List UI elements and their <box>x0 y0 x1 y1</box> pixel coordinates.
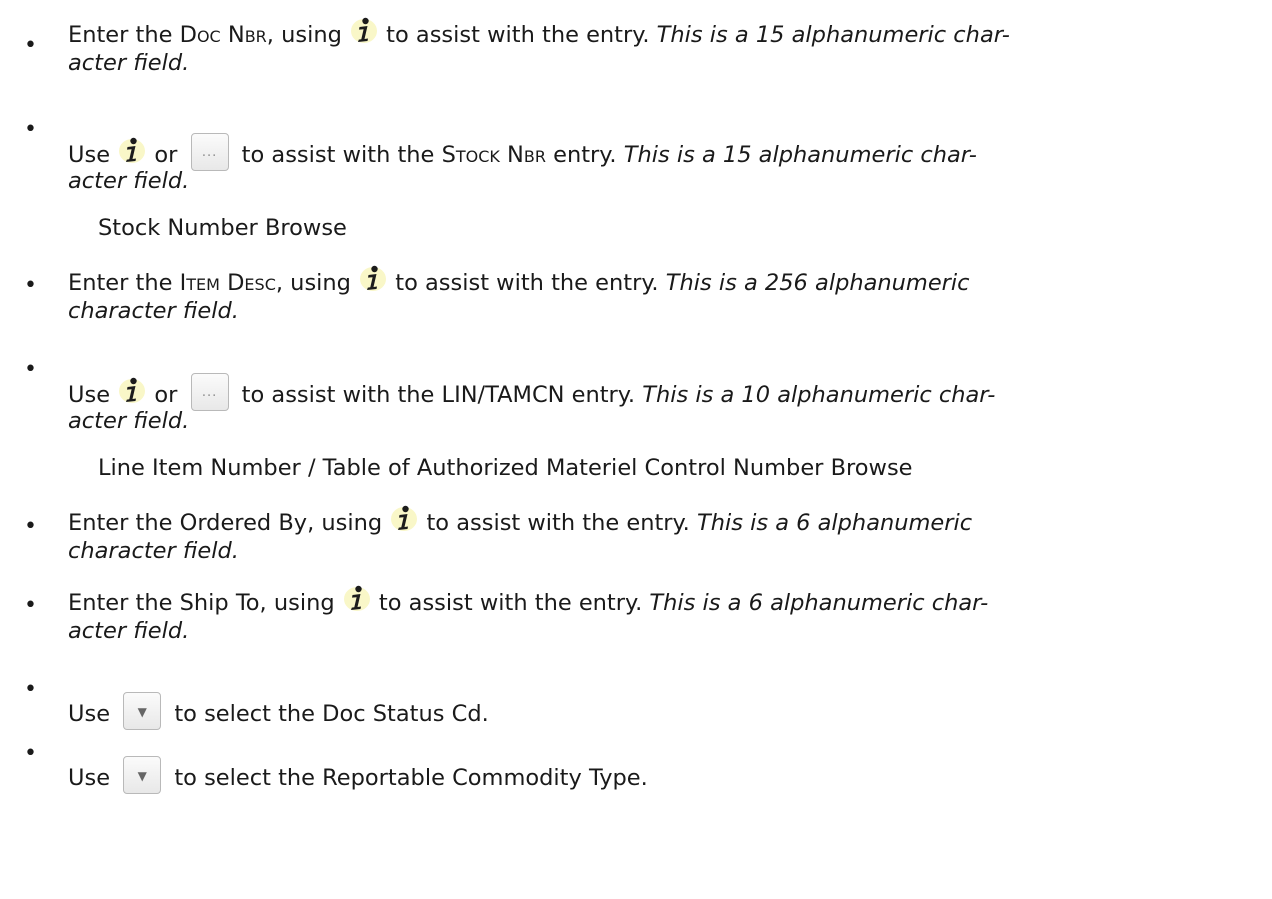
bullet: • <box>24 273 37 298</box>
dropdown-button[interactable]: ▼ <box>123 692 162 730</box>
field-name: Stock Nbr <box>441 142 546 168</box>
info-icon[interactable] <box>342 583 372 613</box>
ellipsis-icon: ··· <box>201 149 218 164</box>
instruction-line-continued: acter field. <box>68 618 190 644</box>
instruction-line: Enter the Item Desc, using to assist wit… <box>68 263 970 299</box>
bullet: • <box>24 677 37 702</box>
bullet: • <box>24 117 37 142</box>
bullet: • <box>24 33 37 58</box>
bullet: • <box>24 593 37 618</box>
field-name: Item Desc <box>179 270 276 296</box>
info-icon[interactable] <box>117 135 147 165</box>
browse-note: Line Item Number / Table of Authorized M… <box>98 455 913 481</box>
bullet: • <box>24 357 37 382</box>
instruction-line-continued: acter field. <box>68 50 190 76</box>
instruction-line: Use or ··· to assist with the Stock Nbr … <box>68 133 977 171</box>
ellipsis-icon: ··· <box>201 389 218 404</box>
info-icon[interactable] <box>389 503 419 533</box>
browse-button[interactable]: ··· <box>190 373 229 411</box>
instruction-line: Use ▼ to select the Reportable Commodity… <box>68 756 648 794</box>
dropdown-arrow-icon: ▼ <box>137 705 147 719</box>
dropdown-arrow-icon: ▼ <box>137 769 147 783</box>
bullet: • <box>24 514 37 539</box>
instruction-line-continued: character field. <box>68 298 239 324</box>
instruction-line-continued: character field. <box>68 538 239 564</box>
instruction-line-continued: acter field. <box>68 168 190 194</box>
browse-button[interactable]: ··· <box>190 133 229 171</box>
bullet: • <box>24 741 37 766</box>
info-icon[interactable] <box>117 375 147 405</box>
instruction-line: Enter the Doc Nbr, using to assist with … <box>68 15 1010 51</box>
info-icon[interactable] <box>349 15 379 45</box>
info-icon[interactable] <box>358 263 388 293</box>
instruction-line: Use or ··· to assist with the LIN/TAMCN … <box>68 373 995 411</box>
dropdown-button[interactable]: ▼ <box>123 756 162 794</box>
instruction-line: Enter the Ordered By, using to assist wi… <box>68 503 972 539</box>
instruction-line: Use ▼ to select the Doc Status Cd. <box>68 692 489 730</box>
instruction-list: • Enter the Doc Nbr, using to assist wit… <box>0 0 1272 899</box>
browse-note: Stock Number Browse <box>98 215 347 241</box>
instruction-line-continued: acter field. <box>68 408 190 434</box>
instruction-line: Enter the Ship To, using to assist with … <box>68 583 988 619</box>
field-name: Doc Nbr <box>179 22 267 48</box>
